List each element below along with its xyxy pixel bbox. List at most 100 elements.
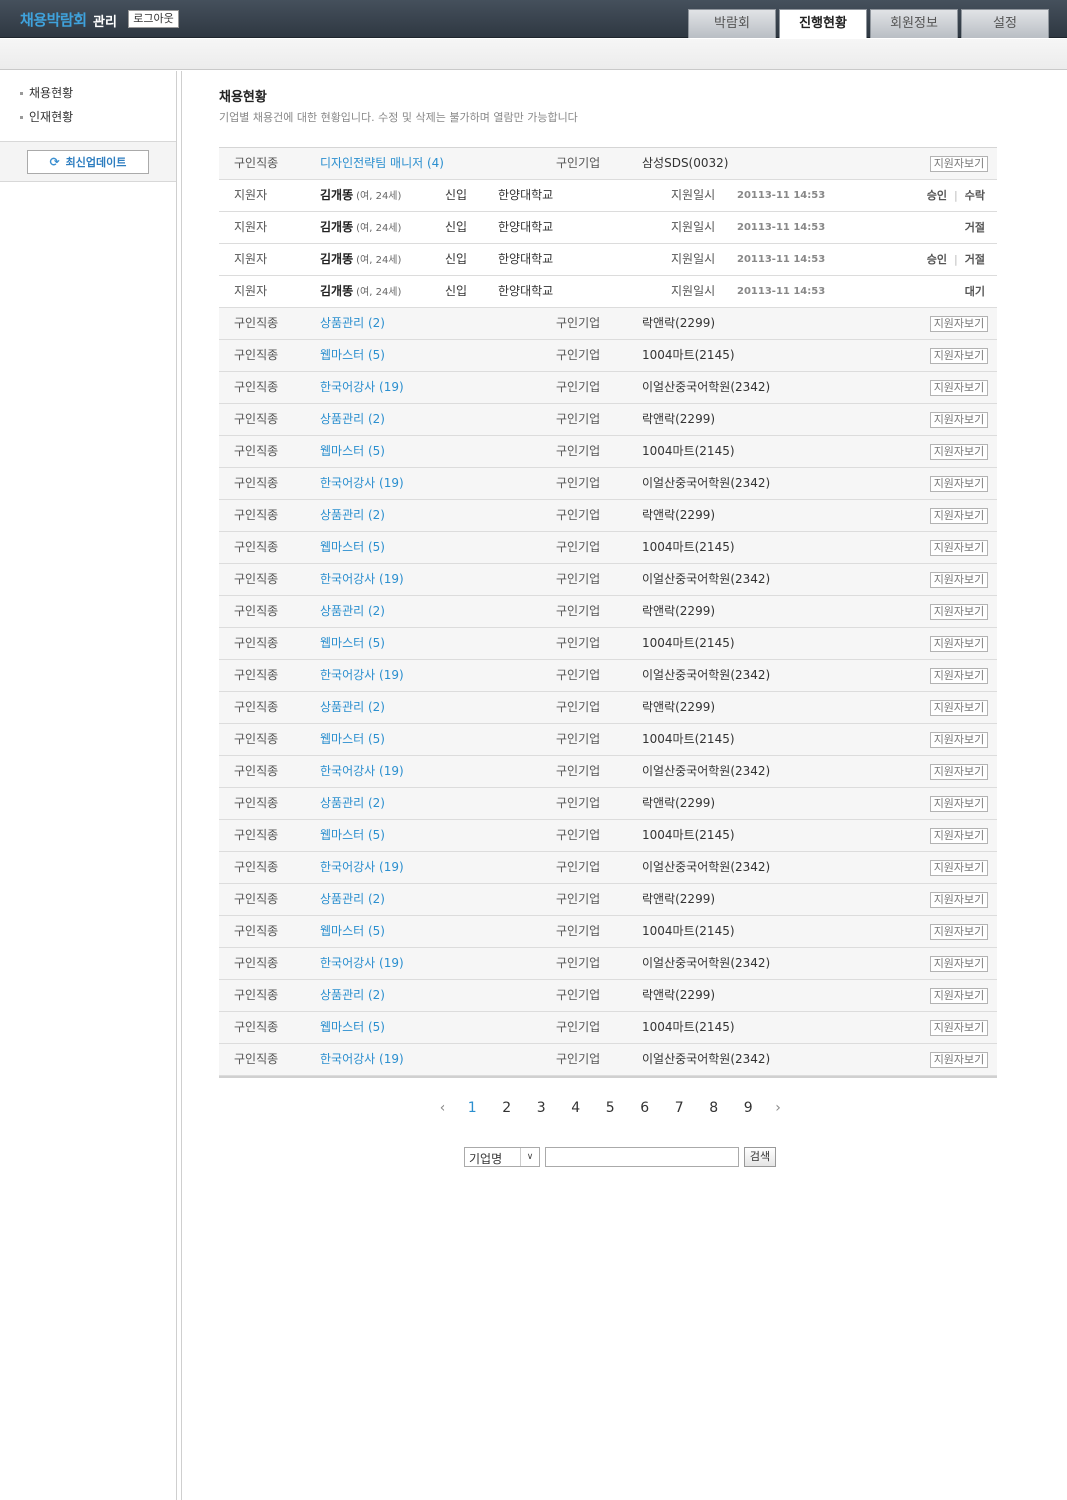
view-applicants-button[interactable]: 지원자보기	[930, 764, 988, 780]
job-title-link[interactable]: 한국어강사 (19)	[320, 948, 404, 979]
view-applicants-button[interactable]: 지원자보기	[930, 316, 988, 332]
job-row: 구인직종 디자인전략팀 매니저 (4) 구인기업 삼성SDS(0032) 지원자보기	[219, 148, 997, 180]
view-applicants-button[interactable]: 지원자보기	[930, 956, 988, 972]
page-number[interactable]: 4	[559, 1097, 594, 1119]
company-label: 구인기업	[556, 476, 601, 490]
search-type-select[interactable]: 기업명 ∨	[464, 1147, 540, 1167]
view-applicants-button[interactable]: 지원자보기	[930, 604, 988, 620]
view-applicants-button[interactable]: 지원자보기	[930, 796, 988, 812]
view-applicants-button[interactable]: 지원자보기	[930, 156, 988, 172]
job-title-link[interactable]: 상품관리 (2)	[320, 500, 385, 531]
job-title-link[interactable]: 웹마스터 (5)	[320, 532, 385, 563]
job-title-link[interactable]: 디자인전략팀 매니저 (4)	[320, 148, 444, 179]
applicant-type: 신입	[445, 188, 468, 202]
job-title-link[interactable]: 웹마스터 (5)	[320, 724, 385, 755]
view-applicants-button[interactable]: 지원자보기	[930, 572, 988, 588]
view-applicants-button[interactable]: 지원자보기	[930, 860, 988, 876]
applicant-status: 승인 | 거절	[927, 244, 985, 275]
company-label: 구인기업	[556, 796, 601, 810]
tab-members[interactable]: 회원정보	[870, 9, 958, 38]
job-row: 구인직종 웹마스터 (5) 구인기업 1004마트(2145) 지원자보기	[219, 916, 997, 948]
job-title-link[interactable]: 상품관리 (2)	[320, 788, 385, 819]
job-title-link[interactable]: 한국어강사 (19)	[320, 1044, 404, 1075]
view-applicants-button[interactable]: 지원자보기	[930, 828, 988, 844]
page-number[interactable]: 8	[697, 1097, 732, 1119]
brand-title[interactable]: 채용박람회	[20, 9, 87, 30]
view-applicants-button[interactable]: 지원자보기	[930, 924, 988, 940]
status-action[interactable]: 거절	[965, 221, 985, 234]
status-action[interactable]: 대기	[965, 285, 985, 298]
tab-settings[interactable]: 설정	[961, 9, 1049, 38]
job-label: 구인직종	[234, 636, 279, 650]
view-applicants-button[interactable]: 지원자보기	[930, 380, 988, 396]
view-applicants-button[interactable]: 지원자보기	[930, 636, 988, 652]
main-tabs: 박람회 진행현황 회원정보 설정	[688, 9, 1049, 38]
view-applicants-button[interactable]: 지원자보기	[930, 444, 988, 460]
status-action[interactable]: 승인	[927, 253, 947, 266]
job-title-link[interactable]: 한국어강사 (19)	[320, 564, 404, 595]
view-applicants-button[interactable]: 지원자보기	[930, 476, 988, 492]
logout-button[interactable]: 로그아웃	[128, 10, 179, 28]
company-name: 1004마트(2145)	[642, 732, 735, 746]
job-title-link[interactable]: 상품관리 (2)	[320, 980, 385, 1011]
job-title-link[interactable]: 상품관리 (2)	[320, 404, 385, 435]
job-title-link[interactable]: 상품관리 (2)	[320, 884, 385, 915]
job-row: 구인직종 웹마스터 (5) 구인기업 1004마트(2145) 지원자보기	[219, 340, 997, 372]
view-applicants-button[interactable]: 지원자보기	[930, 668, 988, 684]
job-title-link[interactable]: 한국어강사 (19)	[320, 756, 404, 787]
job-title-link[interactable]: 상품관리 (2)	[320, 308, 385, 339]
search-button[interactable]: 검색	[744, 1147, 776, 1167]
company-label: 구인기업	[556, 668, 601, 682]
job-row: 구인직종 상품관리 (2) 구인기업 락앤락(2299) 지원자보기	[219, 308, 997, 340]
job-title-link[interactable]: 웹마스터 (5)	[320, 340, 385, 371]
job-title-link[interactable]: 한국어강사 (19)	[320, 372, 404, 403]
view-applicants-button[interactable]: 지원자보기	[930, 540, 988, 556]
tab-expo[interactable]: 박람회	[688, 9, 776, 38]
view-applicants-button[interactable]: 지원자보기	[930, 1020, 988, 1036]
page-number[interactable]: 6	[628, 1097, 663, 1119]
job-title-link[interactable]: 웹마스터 (5)	[320, 1012, 385, 1043]
job-title-link[interactable]: 웹마스터 (5)	[320, 820, 385, 851]
view-applicants-button[interactable]: 지원자보기	[930, 700, 988, 716]
tab-progress[interactable]: 진행현황	[779, 9, 867, 38]
page-number[interactable]: 2	[490, 1097, 525, 1119]
job-title-link[interactable]: 한국어강사 (19)	[320, 852, 404, 883]
status-action[interactable]: 수락	[965, 189, 985, 202]
latest-update-button[interactable]: ⟳ 최신업데이트	[27, 150, 149, 174]
company-label: 구인기업	[556, 380, 601, 394]
job-label: 구인직종	[234, 476, 279, 490]
view-applicants-button[interactable]: 지원자보기	[930, 348, 988, 364]
page-number[interactable]: 5	[593, 1097, 628, 1119]
page-number[interactable]: 3	[524, 1097, 559, 1119]
view-applicants-button[interactable]: 지원자보기	[930, 732, 988, 748]
next-page-icon[interactable]: ›	[766, 1097, 791, 1119]
sidebar-item-recruitment[interactable]: 채용현황	[20, 85, 176, 109]
company-name: 락앤락(2299)	[642, 988, 716, 1002]
page-number[interactable]: 7	[662, 1097, 697, 1119]
job-title-link[interactable]: 한국어강사 (19)	[320, 468, 404, 499]
applicant-school: 한양대학교	[498, 188, 554, 202]
job-title-link[interactable]: 한국어강사 (19)	[320, 660, 404, 691]
job-row: 구인직종 한국어강사 (19) 구인기업 이얼산중국어학원(2342) 지원자보기	[219, 756, 997, 788]
page-number[interactable]: 9	[731, 1097, 766, 1119]
view-applicants-button[interactable]: 지원자보기	[930, 508, 988, 524]
status-action[interactable]: 승인	[927, 189, 947, 202]
sidebar-item-talent[interactable]: 인재현황	[20, 109, 176, 133]
job-title-link[interactable]: 웹마스터 (5)	[320, 436, 385, 467]
latest-update-label: 최신업데이트	[65, 156, 127, 169]
view-applicants-button[interactable]: 지원자보기	[930, 1052, 988, 1068]
prev-page-icon[interactable]: ‹	[430, 1097, 455, 1119]
job-title-link[interactable]: 상품관리 (2)	[320, 692, 385, 723]
search-input[interactable]	[545, 1147, 739, 1167]
job-title-link[interactable]: 상품관리 (2)	[320, 596, 385, 627]
applicant-name: 김개똥	[320, 220, 354, 234]
job-title-link[interactable]: 웹마스터 (5)	[320, 916, 385, 947]
view-applicants-button[interactable]: 지원자보기	[930, 412, 988, 428]
job-title-link[interactable]: 웹마스터 (5)	[320, 628, 385, 659]
page-number[interactable]: 1	[455, 1097, 490, 1119]
view-applicants-button[interactable]: 지원자보기	[930, 892, 988, 908]
applicant-name-cell: 김개똥 (여, 24세)	[320, 180, 401, 212]
view-applicants-button[interactable]: 지원자보기	[930, 988, 988, 1004]
status-action[interactable]: 거절	[965, 253, 985, 266]
job-row: 구인직종 한국어강사 (19) 구인기업 이얼산중국어학원(2342) 지원자보기	[219, 852, 997, 884]
